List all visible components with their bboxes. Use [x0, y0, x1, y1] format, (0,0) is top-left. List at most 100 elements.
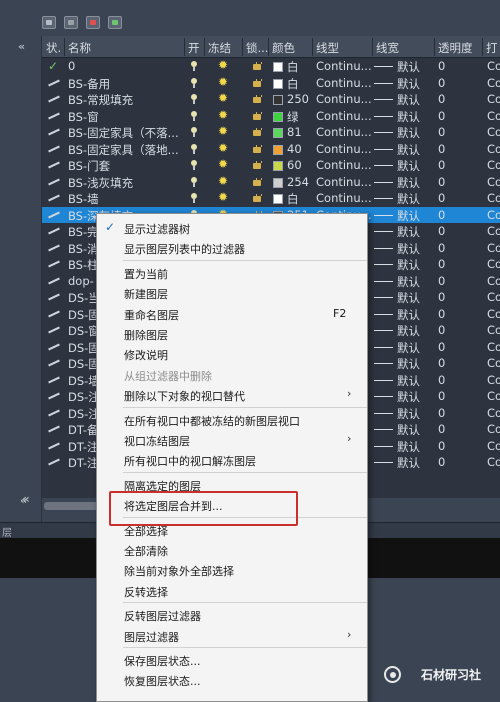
layer-row[interactable]: BS-固定家具（落地... ✹ 40 Continu... 默认 0 Co [42, 141, 500, 158]
color-swatch[interactable] [273, 95, 283, 105]
col-lock[interactable]: 锁... [246, 40, 268, 56]
transparency-value[interactable]: 0 [438, 406, 445, 420]
color-name[interactable]: 250 [287, 92, 309, 106]
unlock-icon[interactable] [253, 78, 262, 88]
context-menu-item[interactable]: 全部清除 [97, 540, 367, 560]
transparency-value[interactable]: 0 [438, 224, 445, 238]
transparency-value[interactable]: 0 [438, 241, 445, 255]
col-divider[interactable] [242, 38, 243, 56]
context-menu-item[interactable]: 除当前对象外全部选择 [97, 560, 367, 580]
layer-row[interactable]: BS-窗 ✹ 绿 Continu... 默认 0 Co [42, 108, 500, 125]
layer-row[interactable]: ✓ 0 ✹ 白 Continu... 默认 0 Co [42, 58, 500, 75]
layer-row[interactable]: BS-备用 ✹ 白 Continu... 默认 0 Co [42, 75, 500, 92]
lineweight-value[interactable]: 默认 [397, 373, 420, 389]
layer-name[interactable]: BS-固定家具（不落... [68, 125, 182, 141]
plot-style-value[interactable]: Co [487, 191, 500, 205]
layer-name[interactable]: BS-窗 [68, 109, 182, 125]
context-menu-item[interactable]: 视口冻结图层 › [97, 430, 367, 450]
context-menu-item[interactable]: 保存图层状态... [97, 650, 367, 670]
lineweight-value[interactable]: 默认 [397, 455, 420, 471]
layer-name[interactable]: BS-墙 [68, 191, 182, 207]
lineweight-value[interactable]: 默认 [397, 439, 420, 455]
lineweight-value[interactable]: 默认 [397, 356, 420, 372]
lineweight-value[interactable]: 默认 [397, 274, 420, 290]
layer-row[interactable]: BS-浅灰填充 ✹ 254 Continu... 默认 0 Co [42, 174, 500, 191]
linetype-name[interactable]: Continu... [316, 125, 372, 139]
transparency-value[interactable]: 0 [438, 257, 445, 271]
sun-icon[interactable]: ✹ [218, 157, 228, 171]
plot-style-value[interactable]: Co [487, 257, 500, 271]
lineweight-value[interactable]: 默认 [397, 109, 420, 125]
lineweight-value[interactable]: 默认 [397, 208, 420, 224]
color-swatch[interactable] [273, 62, 283, 72]
transparency-value[interactable]: 0 [438, 389, 445, 403]
col-name[interactable]: 名称 [68, 40, 91, 56]
color-name[interactable]: 白 [287, 59, 299, 75]
lineweight-value[interactable]: 默认 [397, 158, 420, 174]
color-name[interactable]: 白 [287, 76, 299, 92]
color-swatch[interactable] [273, 128, 283, 138]
context-menu-item[interactable]: 重命名图层 F2 [97, 304, 367, 324]
transparency-value[interactable]: 0 [438, 142, 445, 156]
lineweight-value[interactable]: 默认 [397, 76, 420, 92]
transparency-value[interactable]: 0 [438, 307, 445, 321]
collapse-left-icon[interactable]: « [18, 40, 25, 53]
color-name[interactable]: 81 [287, 125, 302, 139]
plot-style-value[interactable]: Co [487, 307, 500, 321]
transparency-value[interactable]: 0 [438, 274, 445, 288]
context-menu-item[interactable]: 所有视口中的视口解冻图层 [97, 450, 367, 470]
col-divider[interactable] [434, 38, 435, 56]
transparency-value[interactable]: 0 [438, 455, 445, 469]
new-property-filter-icon[interactable] [42, 16, 56, 29]
layer-row[interactable]: BS-固定家具（不落... ✹ 81 Continu... 默认 0 Co [42, 124, 500, 141]
plot-style-value[interactable]: Co [487, 76, 500, 90]
plot-style-value[interactable]: Co [487, 389, 500, 403]
transparency-value[interactable]: 0 [438, 125, 445, 139]
layer-name[interactable]: BS-常规填充 [68, 92, 182, 108]
sun-icon[interactable]: ✹ [218, 124, 228, 138]
col-divider[interactable] [372, 38, 373, 56]
col-divider[interactable] [268, 38, 269, 56]
new-layer-icon[interactable] [108, 16, 122, 29]
layer-name[interactable]: BS-浅灰填充 [68, 175, 182, 191]
plot-style-value[interactable]: Co [487, 175, 500, 189]
linetype-name[interactable]: Continu... [316, 191, 372, 205]
lineweight-value[interactable]: 默认 [397, 257, 420, 273]
color-name[interactable]: 40 [287, 142, 302, 156]
transparency-value[interactable]: 0 [438, 191, 445, 205]
bulb-icon[interactable] [190, 110, 198, 122]
bulb-icon[interactable] [190, 176, 198, 188]
plot-style-value[interactable]: Co [487, 59, 500, 73]
transparency-value[interactable]: 0 [438, 158, 445, 172]
unlock-icon[interactable] [253, 144, 262, 154]
layer-name[interactable]: BS-门套 [68, 158, 182, 174]
layer-row[interactable]: BS-常规填充 ✹ 250 Continu... 默认 0 Co [42, 91, 500, 108]
transparency-value[interactable]: 0 [438, 76, 445, 90]
transparency-value[interactable]: 0 [438, 373, 445, 387]
transparency-value[interactable]: 0 [438, 208, 445, 222]
context-menu-item[interactable]: 新建图层 [97, 283, 367, 303]
plot-style-value[interactable]: Co [487, 109, 500, 123]
lineweight-value[interactable]: 默认 [397, 92, 420, 108]
lineweight-value[interactable]: 默认 [397, 290, 420, 306]
linetype-name[interactable]: Continu... [316, 142, 372, 156]
context-menu-item[interactable]: 反转选择 [97, 581, 367, 601]
plot-style-value[interactable]: Co [487, 290, 500, 304]
plot-style-value[interactable]: Co [487, 356, 500, 370]
plot-style-value[interactable]: Co [487, 158, 500, 172]
plot-style-value[interactable]: Co [487, 373, 500, 387]
unlock-icon[interactable] [253, 161, 262, 170]
unlock-icon[interactable] [253, 177, 262, 187]
lineweight-value[interactable]: 默认 [397, 142, 420, 158]
col-plot[interactable]: 打 [486, 40, 498, 56]
bulb-icon[interactable] [190, 77, 198, 89]
layer-states-icon[interactable] [86, 16, 100, 29]
bulb-icon[interactable] [190, 61, 198, 72]
color-swatch[interactable] [273, 177, 283, 188]
lineweight-value[interactable]: 默认 [397, 224, 420, 240]
bulb-icon[interactable] [190, 193, 198, 204]
lineweight-value[interactable]: 默认 [397, 175, 420, 191]
unlock-icon[interactable] [253, 194, 262, 203]
bulb-icon[interactable] [190, 127, 198, 138]
context-menu-item[interactable]: 恢复图层状态... [97, 670, 367, 690]
